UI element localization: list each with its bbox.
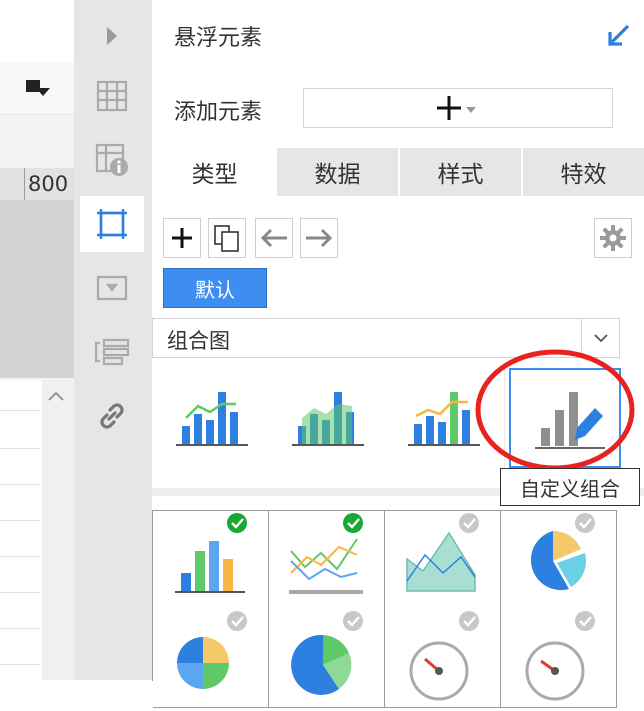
bar-chart-icon: [175, 513, 247, 593]
chart-type-rose-pie[interactable]: [153, 609, 269, 708]
panel-title: 悬浮元素: [174, 26, 263, 51]
add-element-button[interactable]: [303, 88, 613, 128]
highlight-circle: [474, 347, 636, 473]
float-element-panel: 悬浮元素 添加元素 类型 数据 样式 特效 默认 组合图 自定义组合: [152, 0, 644, 708]
ruler-tick: [24, 168, 25, 200]
multi-pie-icon: [291, 611, 363, 695]
arrow-left-icon: [260, 228, 287, 248]
add-chart-button[interactable]: [163, 218, 201, 258]
ruler-value: 800: [28, 172, 69, 196]
layout-icon[interactable]: [80, 324, 144, 380]
line-chart-icon: [289, 513, 363, 594]
expand-arrow-icon[interactable]: [80, 8, 144, 64]
canvas-gray-area: [0, 200, 74, 378]
chart-category-value: 组合图: [167, 329, 230, 353]
tab-style[interactable]: 样式: [398, 148, 521, 196]
copy-icon: [214, 225, 239, 252]
side-toolbar: [74, 0, 152, 680]
tab-effects[interactable]: 特效: [521, 148, 644, 196]
plus-icon: [172, 228, 192, 248]
rose-pie-icon: [177, 611, 247, 689]
move-left-button[interactable]: [255, 218, 293, 258]
pie-chart-icon: [530, 513, 595, 591]
bar-line-combo-icon: [176, 392, 248, 446]
float-element-icon[interactable]: [80, 196, 144, 252]
chart-type-meter[interactable]: [501, 609, 617, 708]
widget-icon[interactable]: [80, 260, 144, 316]
chevron-up-icon[interactable]: [47, 388, 65, 402]
canvas-header: [0, 0, 74, 62]
area-chart-icon: [406, 513, 479, 592]
combo-chart-option-2[interactable]: [272, 368, 389, 470]
meter-icon: [525, 611, 595, 701]
cell-info-icon[interactable]: [80, 132, 144, 188]
format-dropdown-icon[interactable]: [24, 74, 52, 102]
plus-dropdown-icon: [437, 96, 476, 120]
combo-chart-option-1[interactable]: [156, 368, 273, 470]
panel-tabs: 类型 数据 样式 特效: [154, 148, 644, 196]
design-canvas[interactable]: 800: [0, 0, 74, 680]
gauge-icon: [409, 611, 479, 701]
chart-type-bar[interactable]: [153, 511, 269, 610]
settings-button[interactable]: [594, 218, 632, 258]
tab-type[interactable]: 类型: [154, 148, 275, 196]
collapse-arrow-icon[interactable]: [606, 22, 632, 48]
custom-combo-tooltip: 自定义组合: [500, 468, 640, 506]
move-right-button[interactable]: [300, 218, 338, 258]
chart-type-pie[interactable]: [501, 511, 617, 610]
gear-icon: [600, 225, 626, 251]
tab-data[interactable]: 数据: [275, 148, 398, 196]
bar-area-combo-icon: [292, 392, 364, 446]
add-element-label: 添加元素: [174, 100, 263, 125]
arrow-right-icon: [306, 228, 333, 248]
scroll-column: [42, 380, 74, 680]
default-style-button[interactable]: 默认: [163, 268, 267, 308]
table-icon[interactable]: [80, 68, 144, 124]
chart-type-grid: [152, 510, 617, 708]
chart-type-gauge[interactable]: [385, 609, 501, 708]
copy-chart-button[interactable]: [208, 218, 246, 258]
chart-type-area[interactable]: [385, 511, 501, 610]
chart-type-ring[interactable]: [269, 609, 385, 708]
chart-type-line[interactable]: [269, 511, 385, 610]
spreadsheet-grid[interactable]: [0, 380, 42, 680]
link-icon[interactable]: [80, 388, 144, 444]
